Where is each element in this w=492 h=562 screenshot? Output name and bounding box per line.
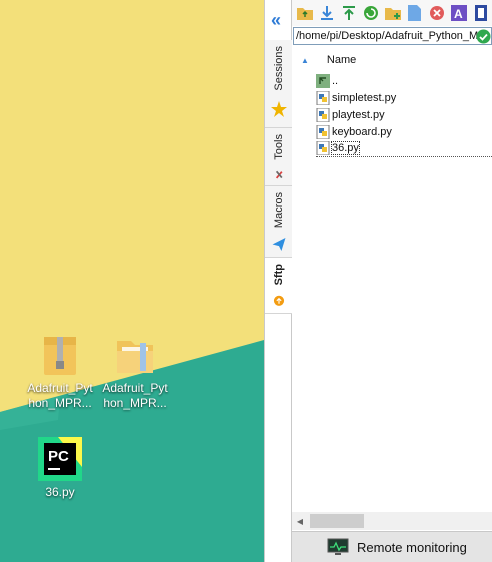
file-row-parent[interactable]: ..: [316, 72, 492, 89]
star-icon: [270, 100, 287, 117]
double-chevron-left-icon[interactable]: «: [271, 10, 281, 31]
delete-icon[interactable]: [428, 5, 445, 22]
python-file-icon: [316, 90, 330, 105]
tab-sessions[interactable]: Sessions: [265, 40, 292, 128]
sftp-icon: [273, 296, 284, 307]
svg-text:A: A: [454, 7, 463, 21]
parent-folder-icon: [316, 73, 330, 88]
desktop-icon-pycharm[interactable]: PC 36.py: [25, 437, 95, 500]
parent-folder-icon[interactable]: [296, 5, 313, 22]
path-text: /home/pi/Desktop/Adafruit_Python_MP: [296, 30, 486, 42]
folder-icon: [117, 341, 153, 373]
sftp-toolbar: A: [292, 0, 492, 26]
file-name: ..: [332, 74, 339, 87]
pycharm-icon: PC: [38, 437, 82, 481]
tab-label: Sessions: [272, 46, 285, 91]
tab-label: Tools: [272, 134, 285, 160]
tools-icon: [275, 170, 283, 179]
column-name[interactable]: Name: [327, 54, 356, 66]
new-file-icon[interactable]: [406, 5, 423, 22]
tab-label: Macros: [272, 192, 285, 229]
file-row[interactable]: playtest.py: [316, 106, 492, 123]
remote-monitoring-button[interactable]: Remote monitoring: [292, 531, 492, 562]
refresh-icon[interactable]: [362, 5, 379, 22]
file-row[interactable]: keyboard.py: [316, 123, 492, 140]
paper-plane-icon: [272, 238, 285, 251]
desktop-icon-label: Adafruit_Python_MPR...: [27, 381, 93, 410]
tab-macros[interactable]: Macros: [265, 186, 292, 258]
python-file-icon: [316, 107, 330, 122]
checkmark-icon[interactable]: [476, 29, 491, 44]
file-row-selected[interactable]: 36.py: [316, 140, 492, 157]
horizontal-scrollbar[interactable]: ◀: [292, 512, 492, 530]
scroll-left-icon[interactable]: ◀: [292, 517, 308, 526]
svg-text:PC: PC: [48, 448, 69, 465]
python-file-icon: [316, 124, 330, 139]
file-name: keyboard.py: [332, 125, 392, 138]
tab-tools[interactable]: Tools: [265, 128, 292, 186]
file-row[interactable]: simpletest.py: [316, 89, 492, 106]
new-folder-icon[interactable]: [384, 5, 401, 22]
remote-monitoring-label: Remote monitoring: [357, 539, 467, 555]
desktop: Adafruit_Python_MPR... Adafruit_Python_M…: [0, 0, 264, 562]
zip-folder-icon: [44, 337, 76, 375]
more-icon[interactable]: [472, 5, 489, 22]
upload-icon[interactable]: [340, 5, 357, 22]
desktop-icon-label: Adafruit_Python_MPR...: [102, 381, 168, 410]
file-name: playtest.py: [332, 108, 385, 121]
desktop-icon-zip[interactable]: Adafruit_Python_MPR...: [25, 333, 95, 411]
file-name: simpletest.py: [332, 91, 397, 104]
download-icon[interactable]: [318, 5, 335, 22]
monitor-icon: [327, 538, 349, 555]
desktop-icon-folder[interactable]: Adafruit_Python_MPR...: [100, 333, 170, 411]
python-file-icon: [316, 141, 330, 155]
rename-icon[interactable]: A: [450, 5, 467, 22]
sftp-panel: A /home/pi/Desktop/Adafruit_Python_MP ▲ …: [292, 0, 492, 562]
sort-ascending-icon[interactable]: ▲: [301, 56, 309, 65]
side-tab-strip: « Sessions Tools Macros Sftp: [264, 0, 292, 562]
desktop-icon-label: 36.py: [45, 485, 75, 499]
scrollbar-thumb[interactable]: [310, 514, 364, 528]
file-list: .. simpletest.py playtest.py keyboard.py…: [316, 72, 492, 157]
tab-label: Sftp: [272, 264, 285, 286]
column-header: ▲ Name: [292, 50, 492, 70]
tab-sftp[interactable]: Sftp: [265, 258, 292, 314]
file-name: 36.py: [331, 141, 360, 155]
path-input[interactable]: /home/pi/Desktop/Adafruit_Python_MP: [293, 27, 492, 45]
